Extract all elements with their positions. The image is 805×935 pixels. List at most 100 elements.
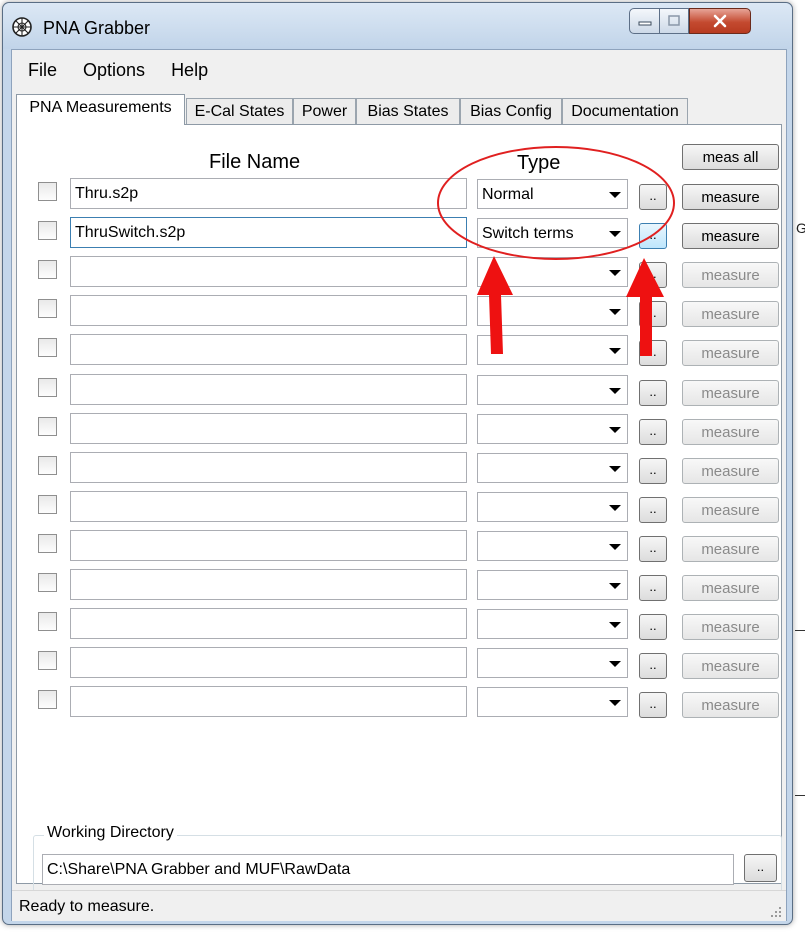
- type-dropdown[interactable]: [477, 531, 628, 561]
- row-checkbox[interactable]: [38, 534, 57, 553]
- row-checkbox[interactable]: [38, 417, 57, 436]
- type-dropdown[interactable]: [477, 375, 628, 405]
- tab-documentation[interactable]: Documentation: [562, 98, 688, 124]
- type-dropdown[interactable]: Switch terms: [477, 218, 628, 248]
- type-dropdown[interactable]: [477, 335, 628, 365]
- measure-button[interactable]: measure: [682, 497, 779, 523]
- menu-help[interactable]: Help: [157, 56, 220, 86]
- file-name-field[interactable]: [70, 530, 467, 561]
- measure-button[interactable]: measure: [682, 692, 779, 718]
- row-checkbox[interactable]: [38, 651, 57, 670]
- type-dropdown[interactable]: [477, 296, 628, 326]
- menu-options[interactable]: Options: [69, 56, 157, 86]
- row-browse-button[interactable]: ..: [639, 262, 667, 288]
- file-name-field[interactable]: [70, 413, 467, 444]
- measure-button[interactable]: measure: [682, 262, 779, 288]
- dropdown-arrow-icon: [609, 348, 621, 354]
- tab-power[interactable]: Power: [293, 98, 356, 124]
- measure-button[interactable]: measure: [682, 223, 779, 249]
- client-area: File Options Help PNA Measurements E-Cal…: [11, 49, 787, 921]
- measure-button[interactable]: measure: [682, 614, 779, 640]
- row-browse-button[interactable]: ..: [639, 575, 667, 601]
- dropdown-arrow-icon: [609, 583, 621, 589]
- working-directory-browse-button[interactable]: ..: [744, 854, 777, 882]
- file-name-field[interactable]: [70, 491, 467, 522]
- meas-all-button[interactable]: meas all: [682, 144, 779, 170]
- row-browse-button[interactable]: ..: [639, 380, 667, 406]
- background-text: G: [796, 220, 805, 236]
- row-browse-button[interactable]: ..: [639, 497, 667, 523]
- resize-grip-icon[interactable]: [770, 906, 782, 918]
- dropdown-arrow-icon: [609, 270, 621, 276]
- type-dropdown[interactable]: [477, 257, 628, 287]
- tab-pna-measurements[interactable]: PNA Measurements: [16, 94, 185, 125]
- row-checkbox[interactable]: [38, 260, 57, 279]
- dropdown-arrow-icon: [609, 622, 621, 628]
- row-checkbox[interactable]: [38, 182, 57, 201]
- type-dropdown[interactable]: [477, 609, 628, 639]
- title-bar[interactable]: PNA Grabber: [3, 3, 792, 49]
- row-browse-button[interactable]: ..: [639, 692, 667, 718]
- tab-bias-states[interactable]: Bias States: [356, 98, 460, 124]
- row-browse-button[interactable]: ..: [639, 653, 667, 679]
- measure-button[interactable]: measure: [682, 340, 779, 366]
- measure-button[interactable]: measure: [682, 184, 779, 210]
- measure-button[interactable]: measure: [682, 536, 779, 562]
- type-dropdown[interactable]: [477, 414, 628, 444]
- app-window: PNA Grabber File Options Help PNA Measur…: [2, 2, 793, 925]
- row-browse-button[interactable]: ..: [639, 301, 667, 327]
- status-text: Ready to measure.: [19, 898, 155, 915]
- minimize-button[interactable]: [629, 8, 660, 34]
- row-browse-button[interactable]: ..: [639, 184, 667, 210]
- measure-button[interactable]: measure: [682, 575, 779, 601]
- row-checkbox[interactable]: [38, 456, 57, 475]
- row-checkbox[interactable]: [38, 221, 57, 240]
- measure-button[interactable]: measure: [682, 380, 779, 406]
- file-name-field[interactable]: [70, 256, 467, 287]
- type-dropdown[interactable]: Normal: [477, 179, 628, 209]
- close-button[interactable]: [689, 8, 751, 34]
- file-name-field[interactable]: [70, 334, 467, 365]
- file-name-field[interactable]: ThruSwitch.s2p: [70, 217, 467, 248]
- row-checkbox[interactable]: [38, 690, 57, 709]
- file-name-field[interactable]: Thru.s2p: [70, 178, 467, 209]
- measure-button[interactable]: measure: [682, 653, 779, 679]
- working-directory-field[interactable]: C:\Share\PNA Grabber and MUF\RawData: [42, 854, 734, 885]
- row-browse-button[interactable]: ..: [639, 536, 667, 562]
- row-checkbox[interactable]: [38, 495, 57, 514]
- status-bar: Ready to measure.: [12, 890, 786, 921]
- type-dropdown[interactable]: [477, 687, 628, 717]
- row-checkbox[interactable]: [38, 612, 57, 631]
- row-browse-button[interactable]: ..: [639, 419, 667, 445]
- measure-button[interactable]: measure: [682, 458, 779, 484]
- minimize-icon: [638, 21, 651, 26]
- maximize-button[interactable]: [659, 8, 689, 34]
- file-name-field[interactable]: [70, 374, 467, 405]
- row-checkbox[interactable]: [38, 338, 57, 357]
- menu-file[interactable]: File: [12, 56, 69, 86]
- tab-bias-config[interactable]: Bias Config: [460, 98, 562, 124]
- file-name-field[interactable]: [70, 569, 467, 600]
- type-dropdown[interactable]: [477, 492, 628, 522]
- file-name-field[interactable]: [70, 647, 467, 678]
- tab-ecal-states[interactable]: E-Cal States: [186, 98, 293, 124]
- measure-button[interactable]: measure: [682, 301, 779, 327]
- row-checkbox[interactable]: [38, 378, 57, 397]
- type-dropdown[interactable]: [477, 453, 628, 483]
- row-browse-button[interactable]: ..: [639, 458, 667, 484]
- type-dropdown[interactable]: [477, 570, 628, 600]
- row-browse-button[interactable]: ..: [639, 614, 667, 640]
- dropdown-arrow-icon: [609, 466, 621, 472]
- file-name-field[interactable]: [70, 295, 467, 326]
- row-browse-button[interactable]: ..: [639, 340, 667, 366]
- type-value: Switch terms: [482, 225, 574, 242]
- row-browse-button[interactable]: ..: [639, 223, 667, 249]
- measure-button[interactable]: measure: [682, 419, 779, 445]
- row-checkbox[interactable]: [38, 573, 57, 592]
- row-checkbox[interactable]: [38, 299, 57, 318]
- file-name-field[interactable]: [70, 686, 467, 717]
- dropdown-arrow-icon: [609, 388, 621, 394]
- file-name-field[interactable]: [70, 452, 467, 483]
- file-name-field[interactable]: [70, 608, 467, 639]
- type-dropdown[interactable]: [477, 648, 628, 678]
